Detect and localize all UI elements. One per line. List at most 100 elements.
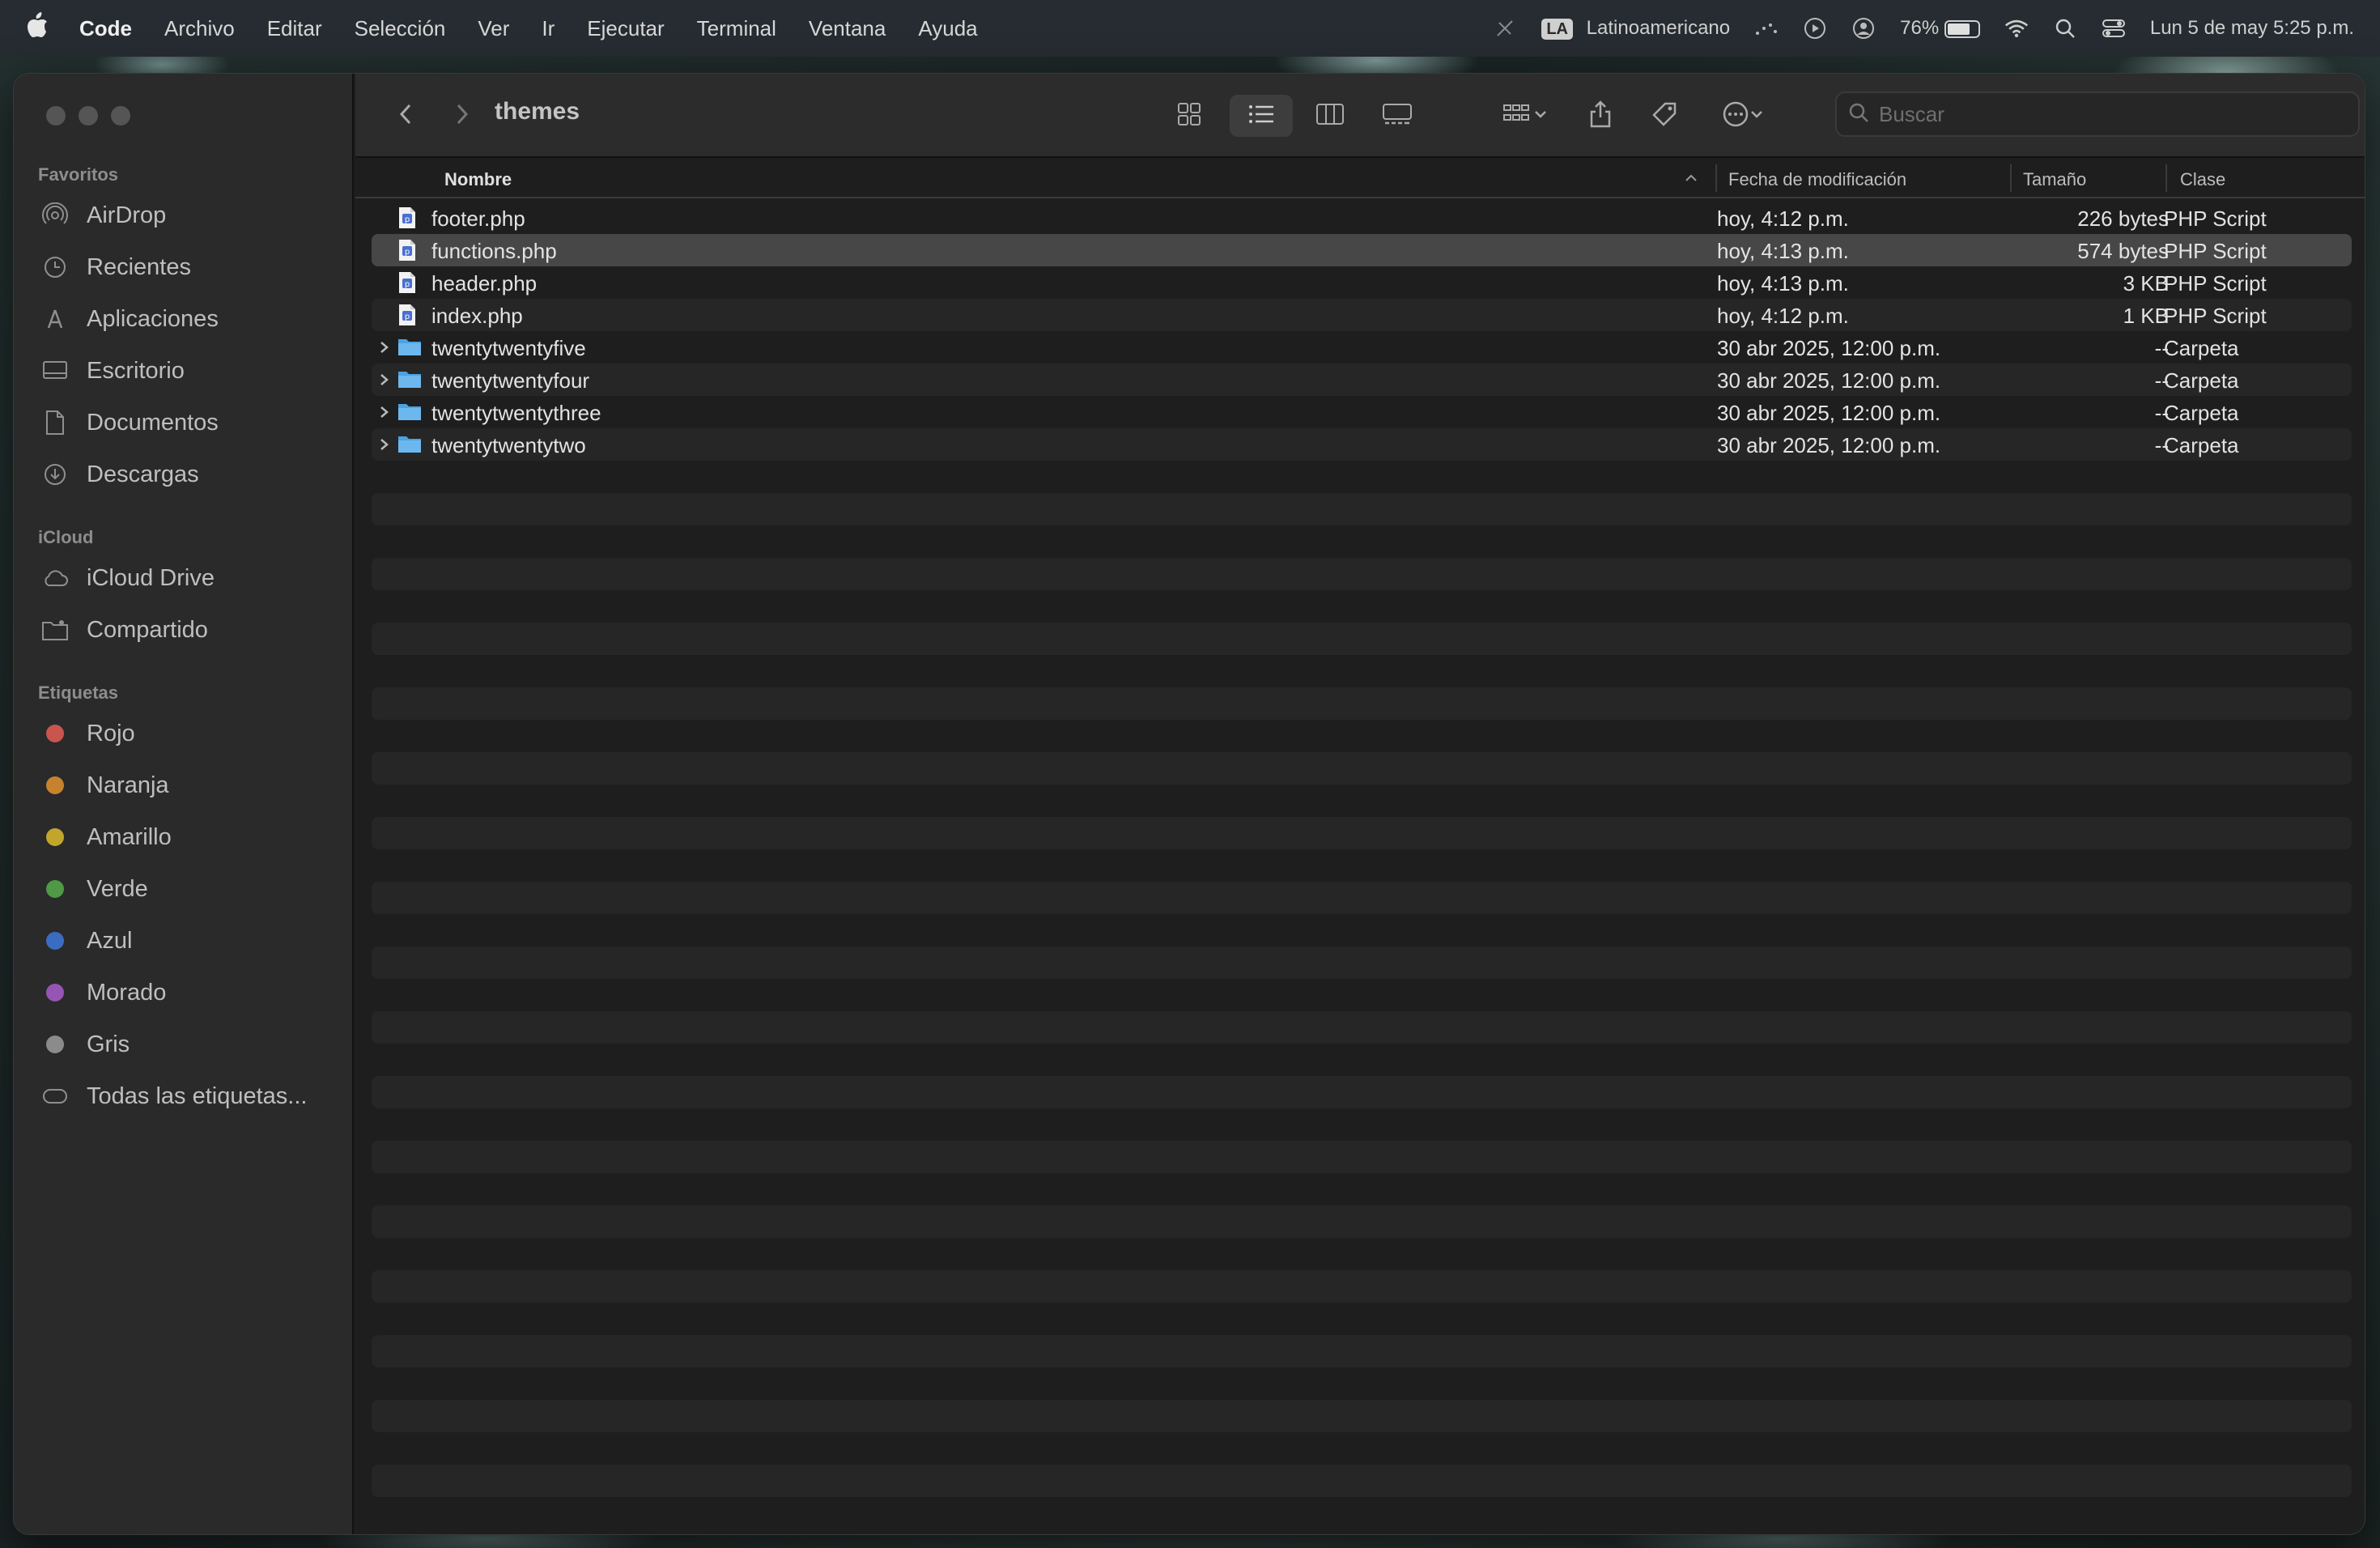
column-view-button[interactable] xyxy=(1304,95,1356,137)
sidebar-tag-naranja[interactable]: Naranja xyxy=(41,765,169,806)
tag-color-dot xyxy=(46,725,64,742)
sidebar-item-escritorio[interactable]: Escritorio xyxy=(41,351,185,391)
chevron-down-icon xyxy=(1533,108,1548,124)
file-date: 30 abr 2025, 12:00 p.m. xyxy=(1717,401,1941,425)
sidebar-item-documentos[interactable]: Documentos xyxy=(41,402,219,443)
menu-archivo[interactable]: Archivo xyxy=(164,16,235,41)
column-divider[interactable] xyxy=(2165,164,2167,192)
sidebar-item-aplicaciones[interactable]: Aplicaciones xyxy=(41,299,219,339)
column-header-size[interactable]: Tamaño xyxy=(2023,169,2086,190)
file-name: footer.php xyxy=(431,206,525,231)
menu-terminal[interactable]: Terminal xyxy=(697,16,776,41)
menu-seleccion[interactable]: Selección xyxy=(355,16,446,41)
menu-editar[interactable]: Editar xyxy=(267,16,322,41)
forward-button[interactable] xyxy=(444,95,480,137)
disclosure-chevron-icon[interactable] xyxy=(378,433,394,456)
document-icon xyxy=(41,409,69,436)
sidebar-item-label: Verde xyxy=(87,875,148,902)
menu-bar-clock[interactable]: Lun 5 de may 5:25 p.m. xyxy=(2150,17,2354,40)
tags-button[interactable] xyxy=(1643,95,1686,137)
list-icon xyxy=(1247,103,1275,130)
sidebar-tag-verde[interactable]: Verde xyxy=(41,869,148,909)
empty-row-stripe xyxy=(372,1076,2352,1108)
sidebar-tag-morado[interactable]: Morado xyxy=(41,972,166,1013)
menu-ir[interactable]: Ir xyxy=(542,16,555,41)
search-field[interactable] xyxy=(1835,91,2360,137)
folder-row[interactable]: twentytwentyfour 30 abr 2025, 12:00 p.m.… xyxy=(372,364,2352,396)
file-name: twentytwentyfour xyxy=(431,368,590,393)
disclosure-chevron-icon[interactable] xyxy=(378,401,394,423)
menu-app-name[interactable]: Code xyxy=(79,16,132,41)
column-divider[interactable] xyxy=(2010,164,2012,192)
sidebar-item-airdrop[interactable]: AirDrop xyxy=(41,195,166,236)
menu-ayuda[interactable]: Ayuda xyxy=(918,16,977,41)
folder-row[interactable]: twentytwentythree 30 abr 2025, 12:00 p.m… xyxy=(372,396,2352,428)
sidebar-tag-gris[interactable]: Gris xyxy=(41,1024,130,1065)
cursor-activity-icon[interactable] xyxy=(1754,16,1779,40)
control-center-icon[interactable] xyxy=(2102,16,2126,40)
sidebar-tag-amarillo[interactable]: Amarillo xyxy=(41,817,172,857)
column-header-row: Nombre Fecha de modificación Tamaño Clas… xyxy=(355,158,2365,198)
play-circle-icon[interactable] xyxy=(1803,16,1827,40)
user-account-icon[interactable] xyxy=(1851,16,1876,40)
search-input[interactable] xyxy=(1879,101,2332,127)
more-actions-button[interactable] xyxy=(1709,95,1777,137)
battery-status[interactable]: 76% xyxy=(1900,17,1980,40)
disclosure-chevron-icon[interactable] xyxy=(378,368,394,391)
group-grid-icon xyxy=(1502,102,1533,130)
search-icon xyxy=(1848,102,1869,127)
apple-menu-icon[interactable] xyxy=(26,12,58,45)
keyboard-layout-menu[interactable]: LA Latinoamericano xyxy=(1541,17,1730,40)
sidebar-item-recientes[interactable]: Recientes xyxy=(41,247,191,287)
file-name: functions.php xyxy=(431,239,557,263)
column-header-kind[interactable]: Clase xyxy=(2180,169,2225,190)
icon-view-button[interactable] xyxy=(1163,95,1215,137)
sidebar-tag-rojo[interactable]: Rojo xyxy=(41,713,135,754)
close-window-button[interactable] xyxy=(46,106,66,125)
svg-text:p: p xyxy=(405,280,410,289)
list-view-button[interactable] xyxy=(1230,95,1293,137)
tag-icon xyxy=(1651,100,1678,132)
share-icon xyxy=(1588,100,1613,133)
file-name: twentytwentyfive xyxy=(431,336,586,360)
empty-row-stripe xyxy=(372,1141,2352,1173)
file-date: 30 abr 2025, 12:00 p.m. xyxy=(1717,433,1941,457)
empty-row-stripe xyxy=(372,1400,2352,1432)
file-row[interactable]: p header.php hoy, 4:13 p.m. 3 KB PHP Scr… xyxy=(372,266,2352,299)
wifi-icon[interactable] xyxy=(2004,16,2029,40)
folder-icon xyxy=(397,368,422,391)
share-button[interactable] xyxy=(1579,95,1621,137)
menu-ver[interactable]: Ver xyxy=(478,16,509,41)
file-row[interactable]: p index.php hoy, 4:12 p.m. 1 KB PHP Scri… xyxy=(372,299,2352,331)
back-button[interactable] xyxy=(388,95,423,137)
sidebar-section-favoritos: Favoritos xyxy=(38,164,119,185)
menu-ventana[interactable]: Ventana xyxy=(809,16,886,41)
gallery-view-button[interactable] xyxy=(1369,95,1426,137)
file-row[interactable]: p functions.php hoy, 4:13 p.m. 574 bytes… xyxy=(372,234,2352,266)
sidebar-item-compartido[interactable]: Compartido xyxy=(41,610,208,650)
disclosure-chevron-icon[interactable] xyxy=(378,336,394,359)
sidebar-tag-azul[interactable]: Azul xyxy=(41,921,132,961)
column-header-date[interactable]: Fecha de modificación xyxy=(1728,169,1906,190)
menu-ejecutar[interactable]: Ejecutar xyxy=(587,16,664,41)
sidebar-item-descargas[interactable]: Descargas xyxy=(41,454,199,495)
minimize-window-button[interactable] xyxy=(79,106,98,125)
file-date: 30 abr 2025, 12:00 p.m. xyxy=(1717,368,1941,393)
folder-row[interactable]: twentytwentytwo 30 abr 2025, 12:00 p.m. … xyxy=(372,428,2352,461)
zoom-window-button[interactable] xyxy=(111,106,130,125)
all-tags-icon xyxy=(41,1082,69,1110)
folder-row[interactable]: twentytwentyfive 30 abr 2025, 12:00 p.m.… xyxy=(372,331,2352,364)
sidebar-all-tags[interactable]: Todas las etiquetas... xyxy=(41,1076,307,1116)
file-row[interactable]: p footer.php hoy, 4:12 p.m. 226 bytes PH… xyxy=(372,202,2352,234)
column-header-name[interactable]: Nombre xyxy=(444,169,512,190)
spotlight-search-icon[interactable] xyxy=(2053,16,2077,40)
sidebar-item-icloud-drive[interactable]: iCloud Drive xyxy=(41,558,215,598)
sort-ascending-icon[interactable] xyxy=(1683,168,1699,189)
empty-row-stripe xyxy=(372,817,2352,849)
desktop-icon xyxy=(41,357,69,385)
pen-slash-icon[interactable] xyxy=(1493,16,1517,40)
group-by-button[interactable] xyxy=(1489,95,1562,137)
column-divider[interactable] xyxy=(1715,164,1717,192)
file-kind: Carpeta xyxy=(2164,433,2239,457)
empty-row-stripe xyxy=(372,882,2352,914)
